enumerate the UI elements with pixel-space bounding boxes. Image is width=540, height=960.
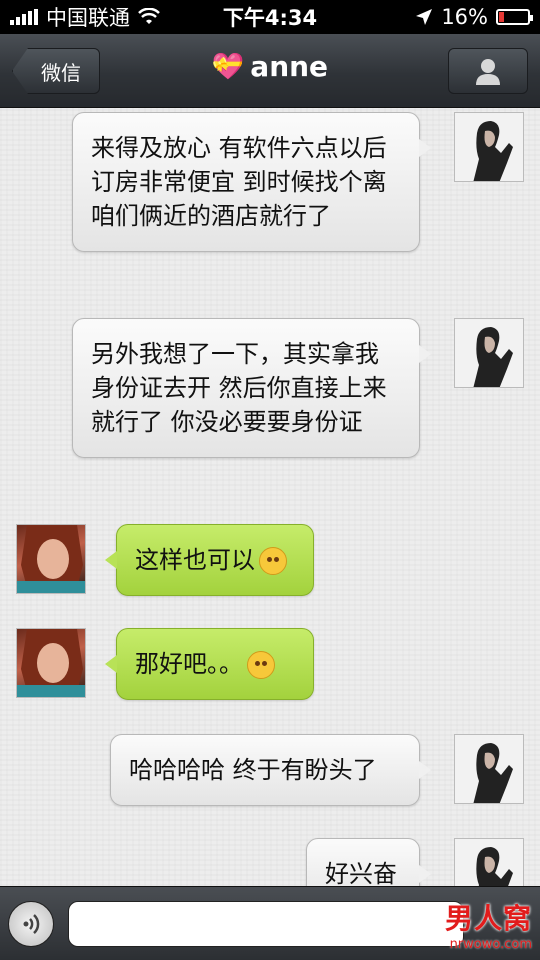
watermark-logo-text: 男人窝 — [444, 901, 532, 935]
voice-icon — [23, 914, 40, 934]
man-portrait-icon — [455, 319, 523, 387]
avatar[interactable] — [454, 112, 524, 182]
wifi-icon — [138, 8, 160, 24]
message-text: 另外我想了一下，其实拿我身份证去开 然后你直接上来就行了 你没必要要身份证 — [91, 340, 387, 436]
watermark-logo: 男人窝 nrwowo.com — [404, 888, 540, 960]
chat-area[interactable]: 来得及放心 有软件六点以后订房非常便宜 到时候找个离咱们俩近的酒店就行了 另外我… — [0, 108, 540, 886]
message-bubble[interactable]: 这样也可以 — [105, 524, 314, 596]
avatar[interactable] — [454, 318, 524, 388]
carrier-label: 中国联通 — [46, 6, 130, 30]
message-bubble[interactable]: 来得及放心 有软件六点以后订房非常便宜 到时候找个离咱们俩近的酒店就行了 — [72, 112, 431, 252]
man-portrait-icon — [455, 735, 523, 803]
angry-face-icon — [259, 547, 287, 575]
contact-name: anne — [250, 50, 329, 83]
status-bar: 中国联通 下午4:34 16% — [0, 0, 540, 34]
man-portrait-icon — [455, 113, 523, 181]
message-text: 好兴奋 — [325, 860, 397, 886]
message-text: 来得及放心 有软件六点以后订房非常便宜 到时候找个离咱们俩近的酒店就行了 — [91, 134, 387, 230]
person-icon — [476, 59, 500, 85]
profile-button[interactable] — [448, 48, 528, 94]
heart-gift-icon: 💝 — [211, 51, 245, 82]
battery-icon — [496, 9, 533, 25]
message-bubble[interactable]: 哈哈哈哈 终于有盼头了 — [110, 734, 431, 806]
avatar[interactable] — [16, 628, 86, 698]
signal-icon — [10, 9, 38, 25]
man-portrait-icon — [455, 839, 523, 886]
message-bubble[interactable]: 另外我想了一下，其实拿我身份证去开 然后你直接上来就行了 你没必要要身份证 — [72, 318, 431, 458]
woman-portrait-icon — [17, 525, 85, 593]
voice-button[interactable] — [8, 901, 54, 947]
message-text: 哈哈哈哈 终于有盼头了 — [129, 756, 377, 784]
message-bubble[interactable]: 那好吧。。 — [105, 628, 314, 700]
watermark-url: nrwowo.com — [449, 936, 532, 952]
message-bubble[interactable]: 好兴奋 — [306, 838, 431, 886]
location-arrow-icon — [416, 9, 433, 25]
nav-bar: 微信 💝 anne — [0, 34, 540, 108]
avatar[interactable] — [454, 838, 524, 886]
smile-face-icon — [247, 651, 275, 679]
battery-percent: 16% — [441, 5, 488, 29]
message-text: 这样也可以 — [135, 546, 255, 574]
avatar[interactable] — [16, 524, 86, 594]
woman-portrait-icon — [17, 629, 85, 697]
avatar[interactable] — [454, 734, 524, 804]
message-text: 那好吧。。 — [135, 650, 243, 678]
